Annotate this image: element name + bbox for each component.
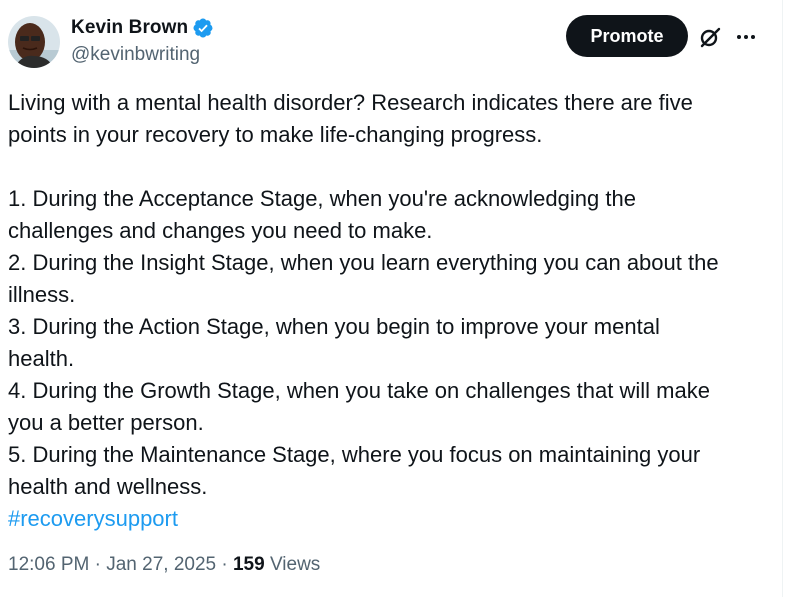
post-line: 2. During the Insight Stage, when you le… (8, 250, 719, 275)
meta-separator: · (89, 554, 107, 575)
post-time[interactable]: 12:06 PM (8, 554, 89, 575)
post-blank-line (8, 151, 768, 183)
promote-button[interactable]: Promote (566, 15, 688, 57)
post-line: illness. (8, 282, 76, 307)
views-label: Views (269, 554, 321, 575)
post-line: health and wellness. (8, 474, 208, 499)
verified-badge-icon[interactable] (192, 17, 214, 39)
author-block: Kevin Brown @kevinbwriting (71, 16, 214, 66)
timeline-border (782, 0, 783, 597)
post-line: 3. During the Action Stage, when you beg… (8, 314, 660, 339)
avatar-image (8, 16, 60, 68)
author-handle[interactable]: @kevinbwriting (71, 44, 214, 66)
post-text: Living with a mental health disorder? Re… (8, 87, 768, 535)
post-line: health. (8, 346, 75, 371)
post-page: Kevin Brown @kevinbwriting Promote Livin… (0, 0, 800, 597)
author-name[interactable]: Kevin Brown (71, 17, 188, 39)
post-meta: 12:06 PM · Jan 27, 2025 · 159 Views (8, 554, 320, 576)
post-line: 1. During the Acceptance Stage, when you… (8, 186, 636, 211)
post-line: 4. During the Growth Stage, when you tak… (8, 378, 710, 403)
post-line: Living with a mental health disorder? Re… (8, 90, 693, 115)
post-line: 5. During the Maintenance Stage, where y… (8, 442, 701, 467)
post-date[interactable]: Jan 27, 2025 (106, 554, 216, 575)
avatar[interactable] (8, 16, 60, 68)
views-count[interactable]: 159 (233, 554, 265, 575)
post-header: Kevin Brown @kevinbwriting Promote (8, 12, 768, 72)
post-line: you a better person. (8, 410, 204, 435)
post-line: points in your recovery to make life-cha… (8, 122, 543, 147)
meta-separator: · (216, 554, 233, 575)
name-row: Kevin Brown (71, 16, 214, 40)
more-icon[interactable] (733, 26, 759, 48)
post-line: challenges and changes you need to make. (8, 218, 433, 243)
hashtag-link[interactable]: #recoverysupport (8, 503, 768, 535)
grok-icon[interactable] (698, 25, 722, 49)
